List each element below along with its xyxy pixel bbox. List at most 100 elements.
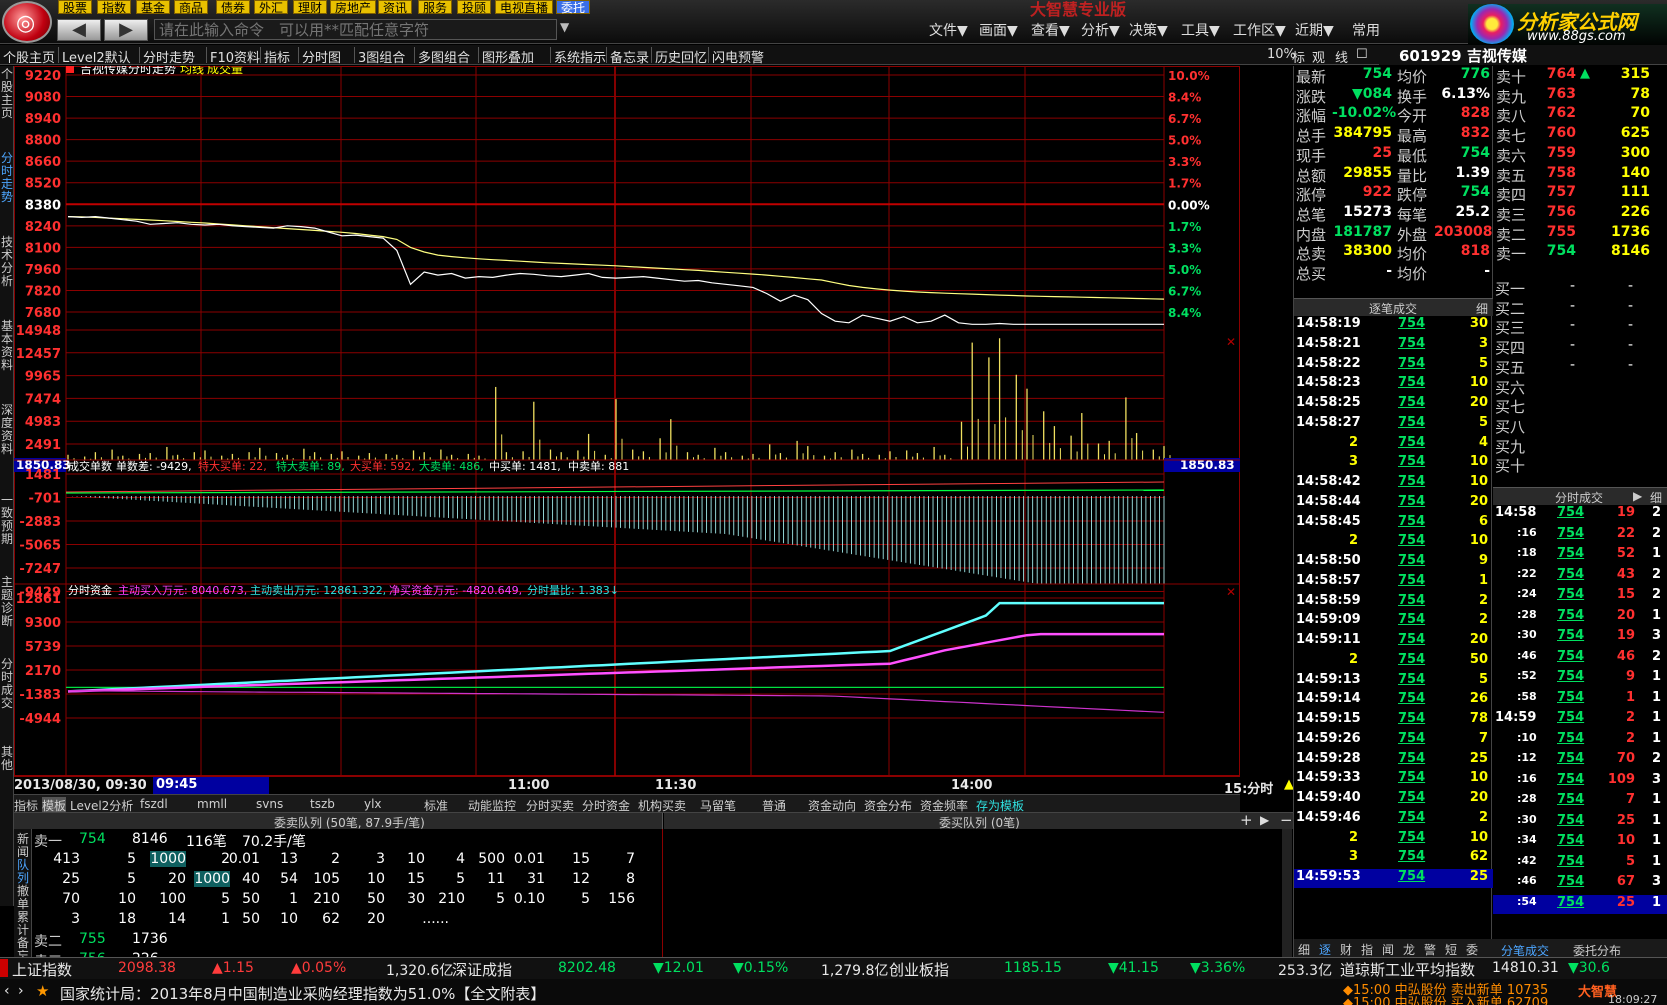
queue-cell[interactable]: 10 xyxy=(100,891,136,907)
top-menu-item-2[interactable]: 查看▼ xyxy=(1031,20,1070,40)
top-menu-item-4[interactable]: 决策▼ xyxy=(1129,20,1168,40)
toolbar-item-11[interactable]: 历史回忆 xyxy=(655,47,707,66)
minute-row[interactable]: :10 754 2 1 xyxy=(1493,731,1667,750)
minute-row[interactable]: :22 754 43 2 xyxy=(1493,567,1667,586)
tick-row[interactable]: 14:59:33 754 10 xyxy=(1294,770,1493,789)
toolbar-right-1[interactable]: 标 xyxy=(1292,47,1305,66)
tick-row[interactable]: 14:58:59 754 2 xyxy=(1294,593,1493,612)
tick-row[interactable]: 14:58:50 754 9 xyxy=(1294,553,1493,572)
toolbar-item-6[interactable]: 3图组合 xyxy=(358,47,405,66)
tick-row[interactable]: 14:58:23 754 10 xyxy=(1294,375,1493,394)
queue-cell[interactable]: 12 xyxy=(554,871,590,887)
queue-next-icon[interactable]: ▶ xyxy=(1260,813,1269,827)
left-tab-8[interactable]: 其他 xyxy=(0,746,14,772)
ticks-tab-7[interactable]: 短 xyxy=(1445,941,1457,958)
minute-row[interactable]: :18 754 52 1 xyxy=(1493,546,1667,565)
ask-price[interactable]: 759 xyxy=(1536,145,1576,161)
tick-row[interactable]: 14:59:46 754 2 xyxy=(1294,810,1493,829)
queue-cell[interactable]: 18 xyxy=(100,911,136,927)
command-input[interactable] xyxy=(154,19,557,40)
minute-row[interactable]: :12 754 70 2 xyxy=(1493,751,1667,770)
ticks-tab-8[interactable]: 委 xyxy=(1466,941,1478,958)
minute-trades-detail[interactable]: 细 xyxy=(1650,489,1662,506)
cy-index-name[interactable]: 创业板指 xyxy=(889,959,949,980)
queue-cell[interactable]: 2 xyxy=(304,851,340,867)
tick-row[interactable]: 14:58:42 754 10 xyxy=(1294,474,1493,493)
market-button-9[interactable]: 服务 xyxy=(418,0,453,15)
command-dropdown-icon[interactable]: ▼ xyxy=(560,20,569,34)
queue-cell[interactable]: 20 xyxy=(150,871,186,887)
minute-row[interactable]: :28 754 7 1 xyxy=(1493,792,1667,811)
bid-price[interactable]: - xyxy=(1555,357,1575,373)
top-menu-item-0[interactable]: 文件▼ xyxy=(929,20,968,40)
minute-trades-arrow-icon[interactable]: ▶ xyxy=(1633,489,1642,503)
minute-row[interactable]: :46 754 46 2 xyxy=(1493,649,1667,668)
market-button-7[interactable]: 房地产 xyxy=(330,0,377,15)
tick-row[interactable]: 14:58:45 754 6 xyxy=(1294,514,1493,533)
sz-index-name[interactable]: 深证成指 xyxy=(452,959,512,980)
queue-cell[interactable]: 1000 xyxy=(150,851,186,867)
queue-cell[interactable]: 62 xyxy=(304,911,340,927)
queue-cell[interactable]: 210 xyxy=(429,891,465,907)
news-prev-icon[interactable]: ‹ xyxy=(4,983,10,999)
tick-row[interactable]: 14:59:13 754 5 xyxy=(1294,672,1493,691)
top-menu-item-8[interactable]: 常用 xyxy=(1352,20,1380,40)
tick-row[interactable]: 14:58:57 754 1 xyxy=(1294,573,1493,592)
ticks-tab-6[interactable]: 警 xyxy=(1424,941,1436,958)
ticks-tab-2[interactable]: 财 xyxy=(1340,941,1352,958)
queue-cell[interactable]: 25 xyxy=(44,871,80,887)
queue-cell[interactable]: 31 xyxy=(509,871,545,887)
queue-cell[interactable]: 5 xyxy=(429,871,465,887)
queue-cell[interactable]: 10 xyxy=(349,871,385,887)
intraday-chart[interactable]: 9220 9080 8940 8800 8660 8520 8380 8240 8100 7960… xyxy=(14,66,1240,776)
back-button[interactable]: ◀ xyxy=(57,19,101,41)
tick-row[interactable]: 2 754 50 xyxy=(1294,652,1493,671)
minute-row[interactable]: :54 754 25 1 xyxy=(1493,894,1667,914)
toolbar-item-1[interactable]: Level2默认 xyxy=(62,47,131,66)
minute-row[interactable]: :30 754 25 1 xyxy=(1493,813,1667,832)
left-tab-3[interactable]: 基本资料 xyxy=(0,320,14,372)
tick-row[interactable]: 14:58:22 754 5 xyxy=(1294,356,1493,375)
queue-side-tab-1[interactable]: 队列 xyxy=(14,859,32,885)
tick-row[interactable]: 14:58:25 754 20 xyxy=(1294,395,1493,414)
minute-row[interactable]: :24 754 15 2 xyxy=(1493,587,1667,606)
queue-cell[interactable]: 0.01 xyxy=(509,851,545,867)
tick-row[interactable]: 14:59:11 754 20 xyxy=(1294,632,1493,651)
queue-add-icon[interactable]: + xyxy=(1240,811,1253,829)
tick-row[interactable]: 14:58:27 754 5 xyxy=(1294,415,1493,434)
queue-cell[interactable]: 11 xyxy=(469,871,505,887)
ask-price[interactable]: 756 xyxy=(1536,204,1576,220)
queue-cell[interactable]: 20 xyxy=(349,911,385,927)
queue-side-tab-3[interactable]: 累计 xyxy=(14,911,32,937)
minute-row[interactable]: :28 754 20 1 xyxy=(1493,608,1667,627)
toolbar-item-4[interactable]: 指标 xyxy=(264,47,290,66)
queue-cell[interactable]: 5 xyxy=(554,891,590,907)
tick-row[interactable]: 14:59:26 754 7 xyxy=(1294,731,1493,750)
ask-price[interactable]: 764 xyxy=(1536,66,1576,82)
market-button-12[interactable]: 委托 xyxy=(556,0,591,15)
tick-row[interactable]: 14:59:28 754 25 xyxy=(1294,751,1493,770)
queue-cell[interactable]: 0.01 xyxy=(224,851,260,867)
queue-cell[interactable]: 5 xyxy=(100,851,136,867)
toolbar-item-2[interactable]: 分时走势 xyxy=(143,47,195,66)
tick-row[interactable]: 14:59:09 754 2 xyxy=(1294,612,1493,631)
minute-row[interactable]: :52 754 9 1 xyxy=(1493,669,1667,688)
tick-row[interactable]: 2 754 10 xyxy=(1294,830,1493,849)
ask-price[interactable]: 754 xyxy=(1536,243,1576,259)
queue-cell[interactable]: ...... xyxy=(389,911,449,927)
queue-cell[interactable]: 5 xyxy=(100,871,136,887)
left-tab-0[interactable]: 个股主页 xyxy=(0,68,14,120)
queue-cell[interactable]: 13 xyxy=(262,851,298,867)
time-cursor[interactable]: 09:45 xyxy=(153,777,269,794)
indicator-tab-3[interactable]: fszdl xyxy=(140,797,168,811)
toolbar-item-10[interactable]: 备忘录 xyxy=(610,47,649,66)
ticks-tab-4[interactable]: 闻 xyxy=(1382,941,1394,958)
tick-row[interactable]: 3 754 62 xyxy=(1294,849,1493,868)
minute-row[interactable]: :16 754 22 2 xyxy=(1493,526,1667,545)
news-headline[interactable]: 国家统计局：2013年8月中国制造业采购经理指数为51.0%【全文附表】 xyxy=(60,983,545,1004)
queue-cell[interactable]: 0.10 xyxy=(509,891,545,907)
toolbar-right-2[interactable]: 观 xyxy=(1312,47,1325,66)
queue-cell[interactable]: 210 xyxy=(304,891,340,907)
market-button-11[interactable]: 电视直播 xyxy=(495,0,554,15)
top-menu-item-6[interactable]: 工作区▼ xyxy=(1233,20,1286,40)
